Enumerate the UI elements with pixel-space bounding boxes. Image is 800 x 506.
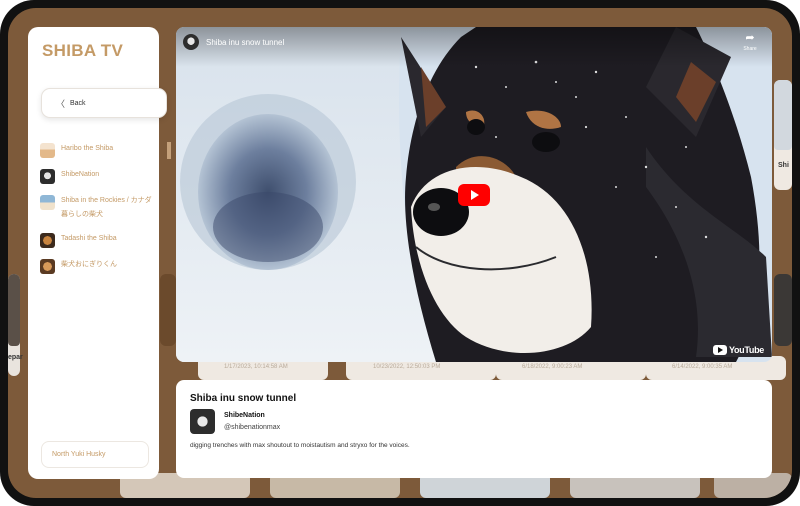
device-frame: epar 1/17/2023, 10:14:58 AM 10/23/2022, … (0, 0, 800, 506)
info-description: digging trenches with max shoutout to mo… (190, 442, 410, 449)
youtube-icon (712, 345, 727, 355)
background-date: 6/14/2022, 9:00:35 AM (672, 364, 733, 370)
video-info-card: Shiba inu snow tunnel ShibeNation @shibe… (176, 380, 772, 478)
sidebar: SHIBA TV 〈 Back Haribo the Shiba ShibeNa… (28, 27, 171, 479)
channel-item-onigiri[interactable]: 柴犬おにぎりくん (40, 258, 159, 274)
app-logo[interactable]: SHIBA TV (42, 41, 123, 61)
background-card-title: epar (8, 354, 23, 361)
background-thumbnail (8, 274, 20, 346)
info-channel-handle: @shibenationmax (224, 424, 281, 431)
play-button[interactable] (458, 184, 490, 206)
back-button[interactable]: 〈 Back (41, 88, 167, 118)
channel-avatar (40, 169, 55, 184)
share-icon: ➦ (745, 32, 755, 44)
active-indicator (167, 142, 171, 159)
video-top-bar (176, 27, 772, 67)
info-channel-name[interactable]: ShibeNation (224, 412, 265, 419)
footer-channel-button[interactable]: North Yuki Husky (41, 441, 149, 468)
footer-channel-label: North Yuki Husky (52, 451, 106, 458)
app-screen: epar 1/17/2023, 10:14:58 AM 10/23/2022, … (8, 8, 792, 498)
share-button[interactable]: ➦ Share (738, 32, 762, 53)
channel-label: Tadashi the Shiba (61, 235, 117, 242)
channel-item-tadashi[interactable]: Tadashi the Shiba (40, 232, 159, 248)
background-date: 10/23/2022, 12:50:03 PM (373, 364, 441, 370)
channel-avatar (40, 195, 55, 210)
channel-item-shibenation[interactable]: ShibeNation (40, 168, 159, 184)
video-channel-avatar[interactable] (183, 34, 199, 50)
channel-item-shiba-rockies[interactable]: Shiba in the Rockies / カナダ暮らしの柴犬 (40, 194, 159, 222)
channel-label: Haribo the Shiba (61, 145, 114, 152)
share-label: Share (743, 46, 757, 52)
background-date: 1/17/2023, 10:14:58 AM (224, 364, 288, 370)
back-button-label: Back (70, 99, 86, 107)
channel-avatar (40, 233, 55, 248)
channel-label: Shiba in the Rockies / カナダ暮らしの柴犬 (61, 197, 152, 218)
background-card (160, 274, 176, 346)
chevron-left-icon: 〈 (56, 98, 66, 109)
video-player[interactable]: Shiba inu snow tunnel ➦ Share YouTube (176, 27, 772, 362)
background-date: 6/18/2022, 9:00:23 AM (522, 364, 583, 370)
youtube-wordmark: YouTube (728, 345, 764, 355)
channel-list: Haribo the Shiba ShibeNation Shiba in th… (40, 142, 171, 284)
background-card-title: Shi (778, 162, 789, 169)
background-card (774, 274, 792, 346)
video-title[interactable]: Shiba inu snow tunnel (206, 38, 284, 47)
info-channel-avatar[interactable] (190, 409, 215, 434)
info-title: Shiba inu snow tunnel (190, 393, 297, 404)
channel-label: 柴犬おにぎりくん (61, 261, 117, 268)
channel-item-haribo[interactable]: Haribo the Shiba (40, 142, 171, 159)
channel-avatar (40, 143, 55, 158)
background-card[interactable]: Shi (774, 80, 792, 190)
youtube-logo[interactable]: YouTube (712, 345, 764, 355)
background-thumbnail (774, 80, 792, 150)
channel-label: ShibeNation (61, 171, 100, 178)
channel-avatar (40, 259, 55, 274)
